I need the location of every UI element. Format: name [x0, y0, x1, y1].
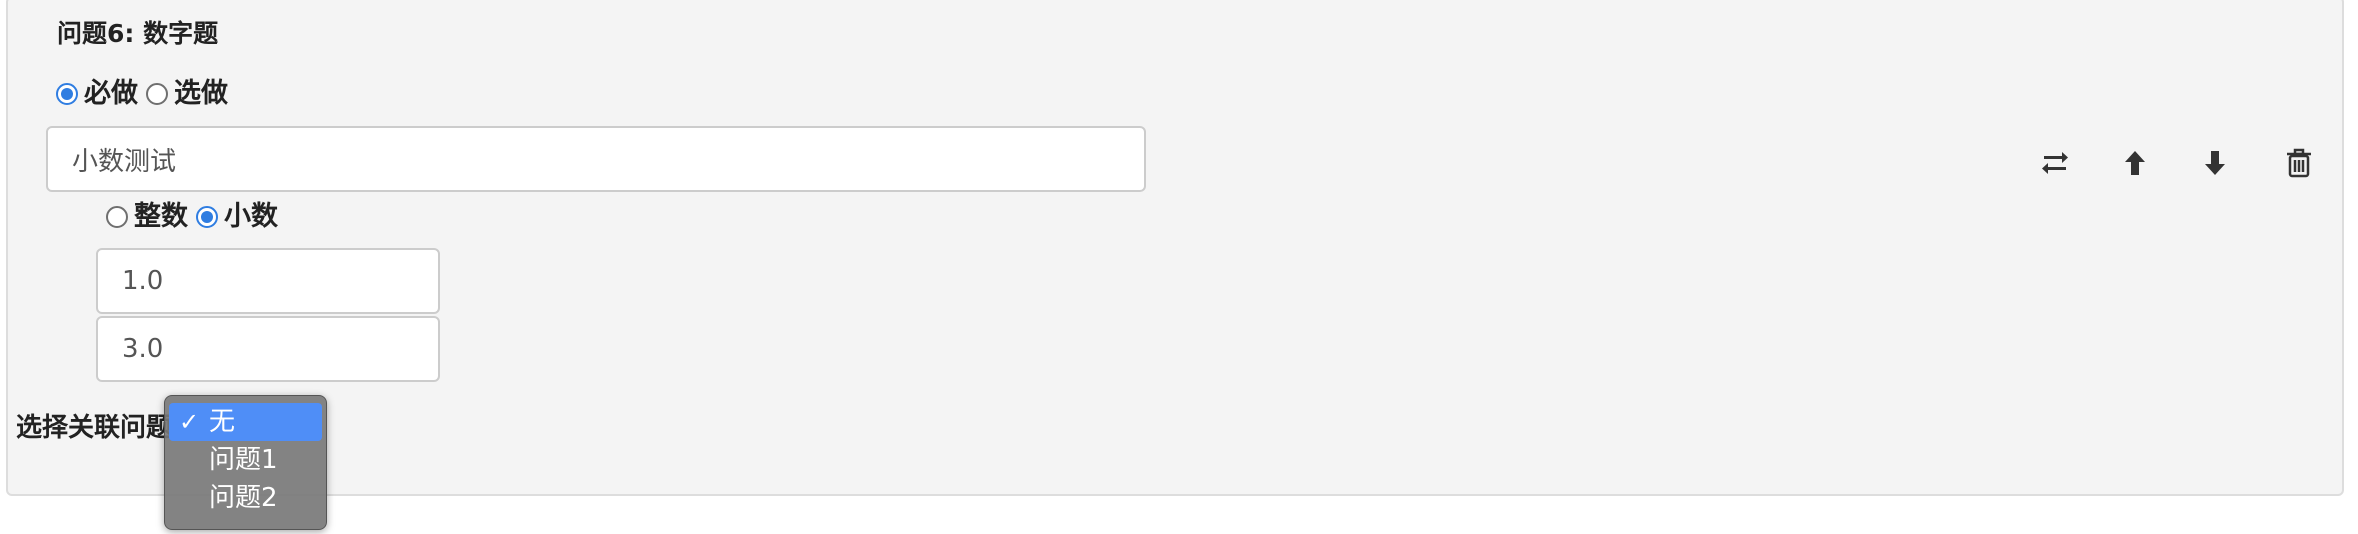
question-name-value: 小数测试: [72, 146, 177, 177]
association-dropdown[interactable]: ✓ 无 问题1 问题2: [164, 395, 327, 530]
check-icon: ✓: [179, 408, 200, 436]
max-value-input[interactable]: 3.0: [96, 316, 440, 382]
decimal-label[interactable]: 小数: [224, 197, 278, 237]
arrow-up-icon[interactable]: [2115, 143, 2155, 183]
min-value-input[interactable]: 1.0: [96, 248, 440, 314]
dropdown-option-q1[interactable]: 问题1: [169, 441, 322, 479]
dropdown-option-label: 问题2: [209, 483, 278, 513]
required-radio-group: 必做 选做: [56, 74, 236, 114]
trash-icon[interactable]: [2279, 143, 2319, 183]
question-title: 问题6: 数字题: [57, 19, 219, 48]
association-label: 选择关联问题: [16, 413, 173, 443]
dropdown-option-label: 无: [209, 407, 236, 437]
question-name-input[interactable]: 小数测试: [46, 126, 1146, 192]
swap-icon[interactable]: [2035, 143, 2075, 183]
max-value: 3.0: [122, 334, 164, 364]
dropdown-option-none[interactable]: ✓ 无: [169, 403, 322, 441]
integer-label[interactable]: 整数: [134, 197, 188, 237]
required-radio[interactable]: [56, 83, 78, 105]
integer-radio[interactable]: [106, 206, 128, 228]
optional-label[interactable]: 选做: [174, 74, 228, 114]
arrow-down-icon[interactable]: [2195, 143, 2235, 183]
optional-radio[interactable]: [146, 83, 168, 105]
dropdown-option-label: 问题1: [209, 445, 278, 475]
required-label[interactable]: 必做: [84, 74, 138, 114]
decimal-radio[interactable]: [196, 206, 218, 228]
number-type-radio-group: 整数 小数: [106, 197, 286, 237]
min-value: 1.0: [122, 266, 164, 296]
dropdown-option-q2[interactable]: 问题2: [169, 479, 322, 517]
